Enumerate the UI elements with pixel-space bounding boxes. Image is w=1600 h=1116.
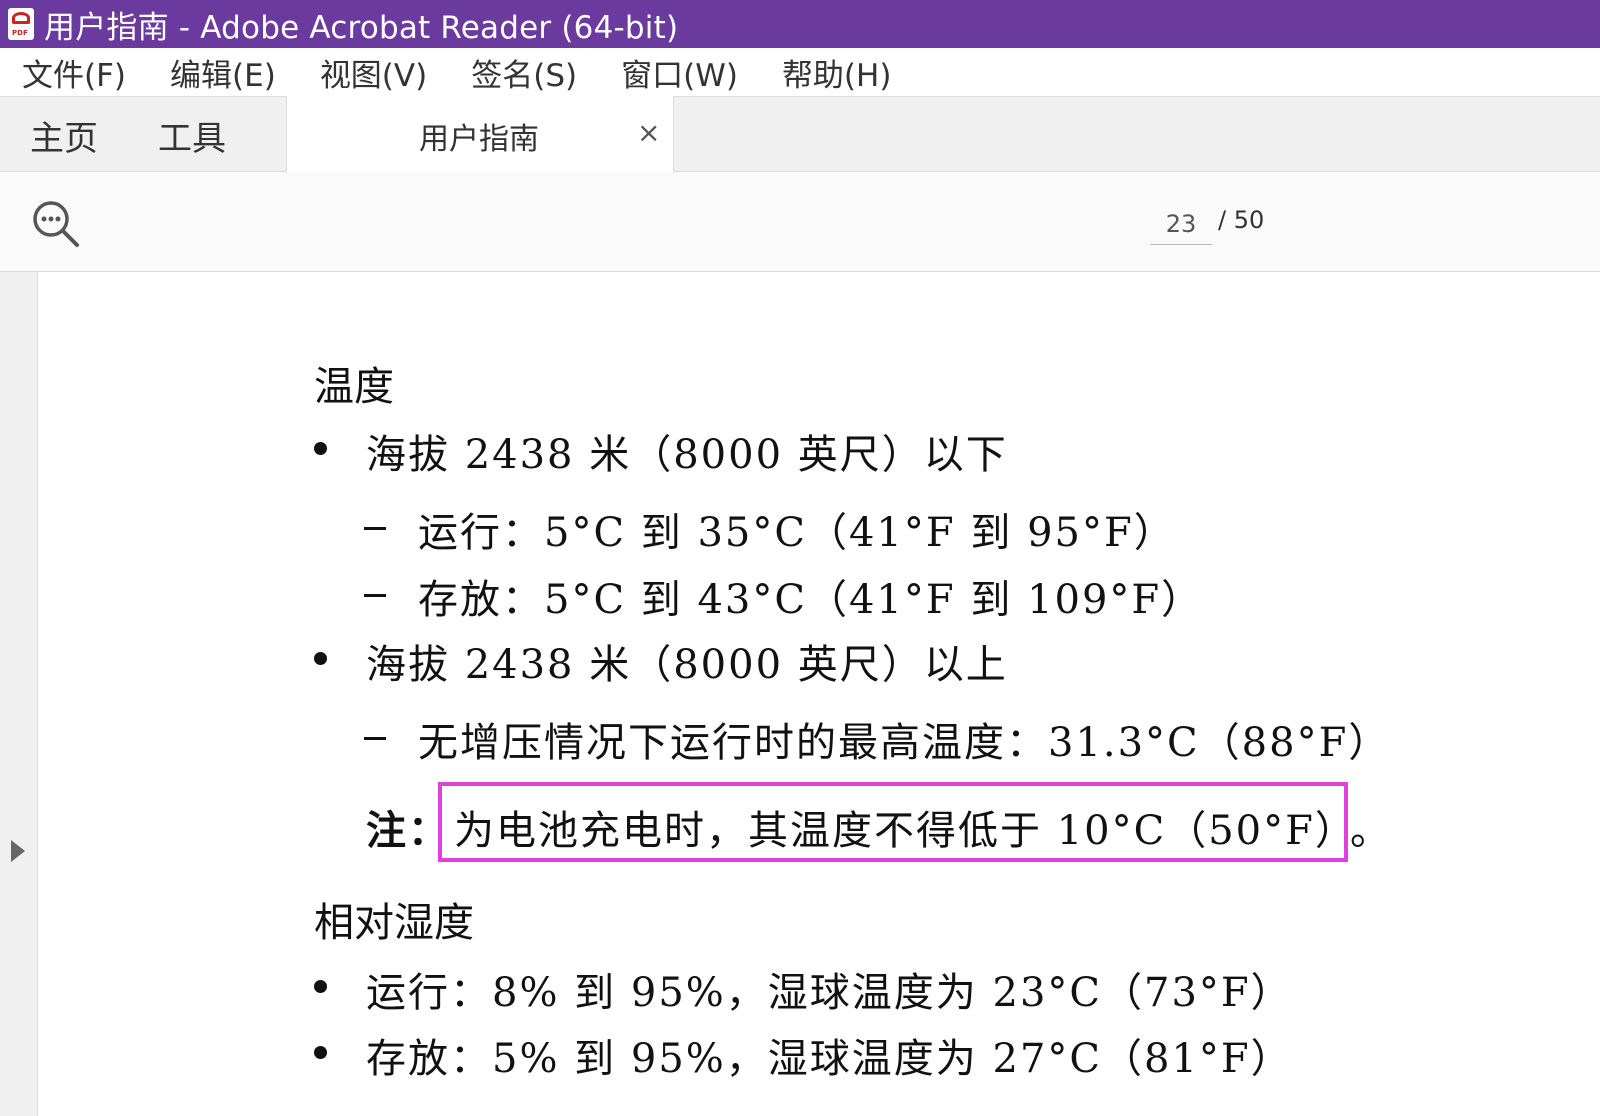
heading-temperature: 温度 [314, 364, 394, 410]
sub-storage-temp: 存放：5°C 到 43°C（41°F 到 109°F） [418, 577, 1204, 623]
document-page: 温度 海拔 2438 米（8000 英尺）以下 运行：5°C 到 35°C（41… [38, 272, 1600, 1116]
bullet-dot [314, 980, 327, 993]
toolbar: 23 / 50 [0, 172, 1600, 272]
note-text: 为电池充电时，其温度不得低于 10°C（50°F） [454, 808, 1357, 854]
tab-bar: 主页 工具 用户指南 × [0, 96, 1600, 174]
dash-marker [364, 594, 386, 597]
close-icon[interactable]: × [637, 116, 660, 149]
menu-sign[interactable]: 签名(S) [471, 50, 577, 95]
bullet-operating-humidity: 运行：8% 到 95%，湿球温度为 23°C（73°F） [366, 970, 1293, 1016]
bullet-storage-humidity: 存放：5% 到 95%，湿球温度为 27°C（81°F） [366, 1036, 1293, 1082]
dash-marker [364, 527, 386, 530]
page-number-input[interactable]: 23 [1150, 204, 1212, 245]
bullet-dot [314, 442, 327, 455]
title-bar: PDF 用户指南 - Adobe Acrobat Reader (64-bit) [0, 0, 1600, 48]
pdf-icon-label: PDF [12, 29, 28, 37]
window-title: 用户指南 - Adobe Acrobat Reader (64-bit) [44, 9, 679, 46]
menu-edit[interactable]: 编辑(E) [170, 50, 276, 95]
pdf-icon: PDF [8, 8, 34, 40]
bullet-dot [314, 1046, 327, 1059]
bullet-above-altitude: 海拔 2438 米（8000 英尺）以上 [366, 642, 1008, 688]
tab-document[interactable]: 用户指南 × [286, 96, 674, 174]
menu-view[interactable]: 视图(V) [320, 50, 427, 95]
tab-home[interactable]: 主页 [30, 97, 98, 173]
note-end: 。 [1350, 808, 1392, 854]
page-total: / 50 [1218, 206, 1265, 234]
sub-operating-temp: 运行：5°C 到 35°C（41°F 到 95°F） [418, 510, 1176, 556]
menu-bar: 文件(F) 编辑(E) 视图(V) 签名(S) 窗口(W) 帮助(H) [0, 48, 1600, 96]
menu-window[interactable]: 窗口(W) [621, 50, 738, 95]
document-tab-label: 用户指南 [419, 122, 539, 157]
bullet-below-altitude: 海拔 2438 米（8000 英尺）以下 [366, 432, 1008, 478]
menu-help[interactable]: 帮助(H) [782, 50, 892, 95]
zoom-search-icon[interactable] [30, 198, 82, 250]
expand-panel-icon[interactable] [11, 840, 25, 862]
dash-marker [364, 737, 386, 740]
menu-file[interactable]: 文件(F) [22, 50, 126, 95]
side-panel-collapsed [0, 272, 38, 1116]
heading-humidity: 相对湿度 [314, 900, 474, 946]
tab-tools[interactable]: 工具 [158, 97, 226, 173]
sub-max-temp: 无增压情况下运行时的最高温度：31.3°C（88°F） [418, 720, 1391, 766]
bullet-dot [314, 652, 327, 665]
